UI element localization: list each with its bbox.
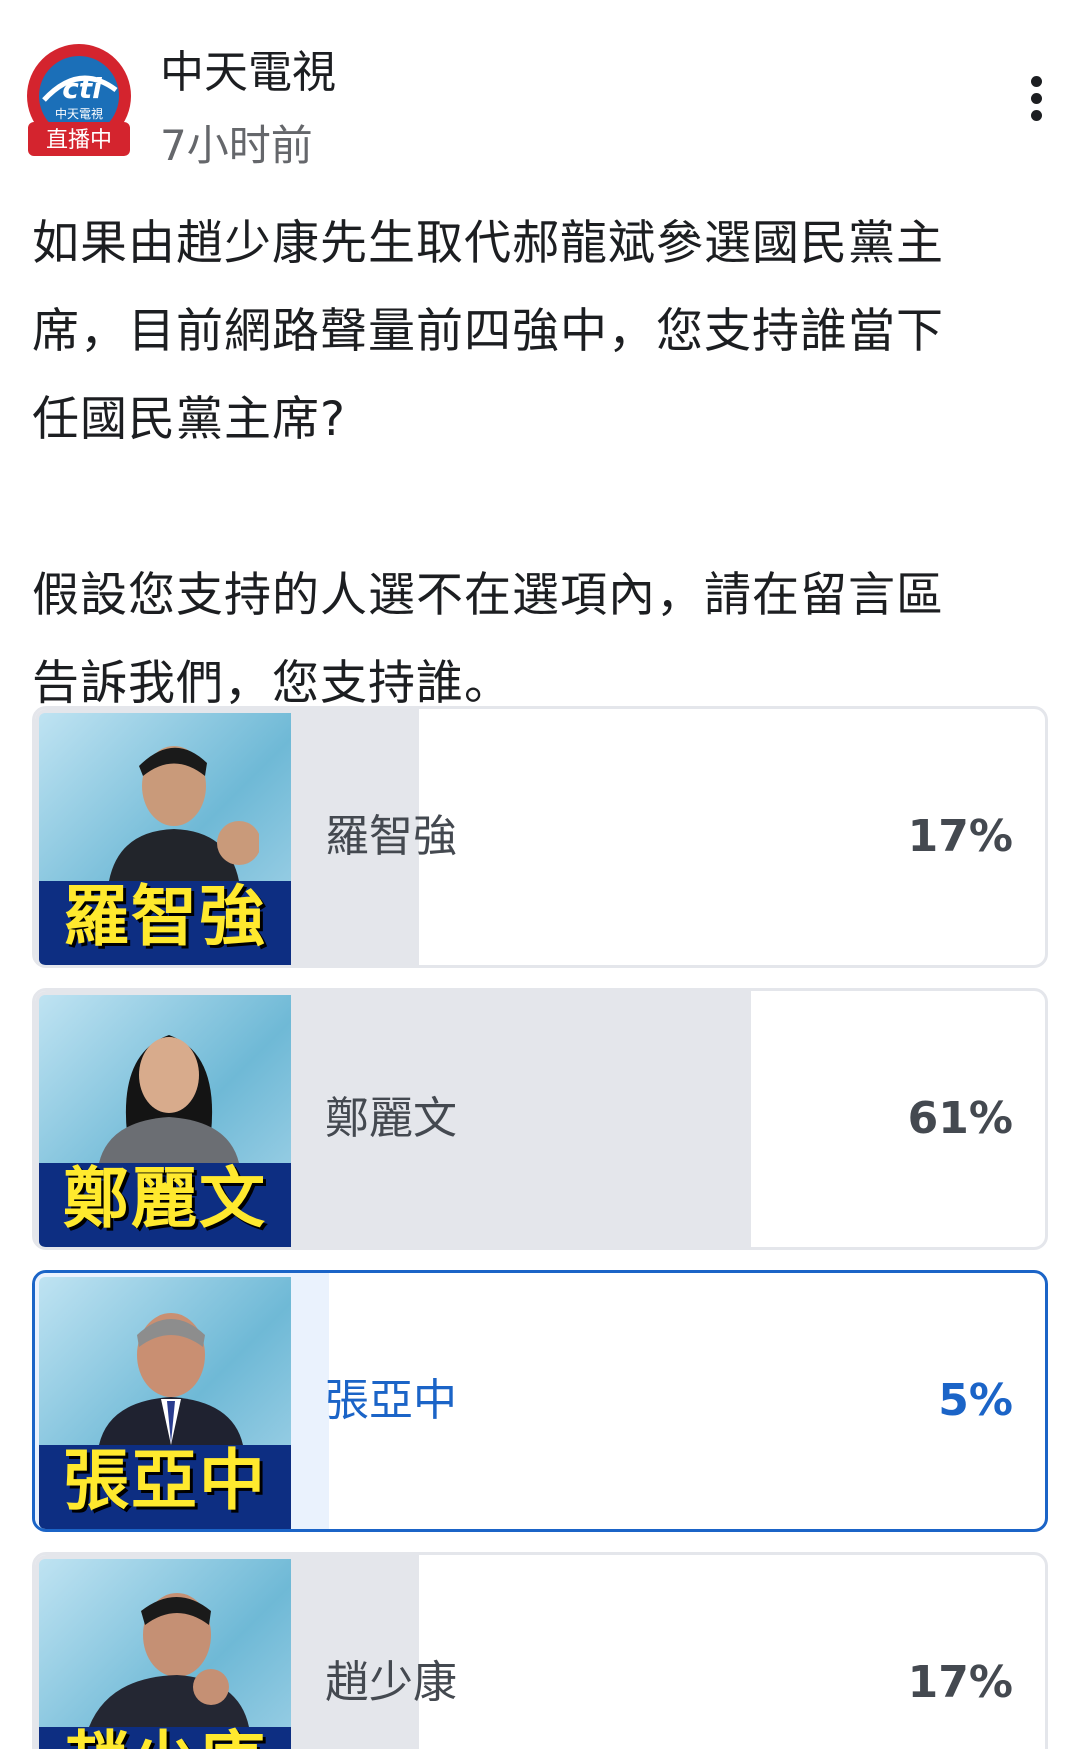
photo-caption: 羅智強: [63, 877, 267, 955]
candidate-photo: 趙少康: [39, 1559, 291, 1749]
option-percent: 17%: [907, 1657, 1013, 1708]
logo-channel-text: 中天電視: [55, 106, 103, 121]
poll-option-luo[interactable]: 羅智強 羅智強 17%: [32, 706, 1048, 968]
option-percent: 61%: [907, 1093, 1013, 1144]
option-percent: 17%: [907, 811, 1013, 862]
page-name[interactable]: 中天電視: [160, 36, 336, 100]
candidate-photo: 張亞中: [39, 1277, 291, 1529]
post-header: cti 中天電視 直播中 中天電視 7小时前: [0, 0, 1080, 180]
post-text-line: 假設您支持的人選不在選項內，請在留言區: [32, 568, 944, 623]
poll-option-chao[interactable]: 趙少康 趙少康 17%: [32, 1552, 1048, 1749]
post-text-line: 席，目前網路聲量前四強中，您支持誰當下: [32, 304, 944, 359]
live-badge: 直播中: [46, 128, 112, 153]
candidate-photo: 羅智強: [39, 713, 291, 965]
option-label: 鄭麗文: [325, 1093, 457, 1144]
option-label: 羅智強: [325, 811, 457, 862]
poll-option-cheng[interactable]: 鄭麗文 鄭麗文 61%: [32, 988, 1048, 1250]
person-silhouette-icon: [89, 1593, 249, 1727]
photo-caption: 鄭麗文: [63, 1159, 267, 1237]
more-options-icon[interactable]: [1024, 76, 1048, 126]
person-silhouette-icon: [99, 1313, 243, 1445]
post-time[interactable]: 7小时前: [160, 112, 313, 173]
post-body: 如果由趙少康先生取代郝龍斌參選國民黨主 席，目前網路聲量前四強中，您支持誰當下 …: [32, 200, 1052, 728]
logo-text: cti: [62, 72, 102, 105]
photo-caption: 張亞中: [63, 1441, 267, 1519]
poll: 羅智強 羅智強 17% 鄭麗文 鄭麗文 61% 張亞中 張亞中 5% 趙少康 1…: [32, 706, 1048, 1749]
cti-logo-icon: cti 中天電視 直播中: [27, 44, 131, 156]
option-label: 張亞中: [325, 1375, 457, 1426]
option-percent: 5%: [938, 1375, 1013, 1426]
post-text-line: 如果由趙少康先生取代郝龍斌參選國民黨主: [32, 216, 944, 271]
option-label: 趙少康: [325, 1657, 457, 1708]
person-silhouette-icon: [99, 1035, 239, 1163]
photo-caption: 趙少康: [39, 1709, 291, 1749]
person-silhouette-icon: [109, 746, 259, 881]
candidate-photo: 鄭麗文: [39, 995, 291, 1247]
poll-option-chang[interactable]: 張亞中 張亞中 5%: [32, 1270, 1048, 1532]
post-text-line: 任國民黨主席?: [32, 392, 346, 447]
page-avatar[interactable]: cti 中天電視 直播中: [20, 42, 138, 160]
